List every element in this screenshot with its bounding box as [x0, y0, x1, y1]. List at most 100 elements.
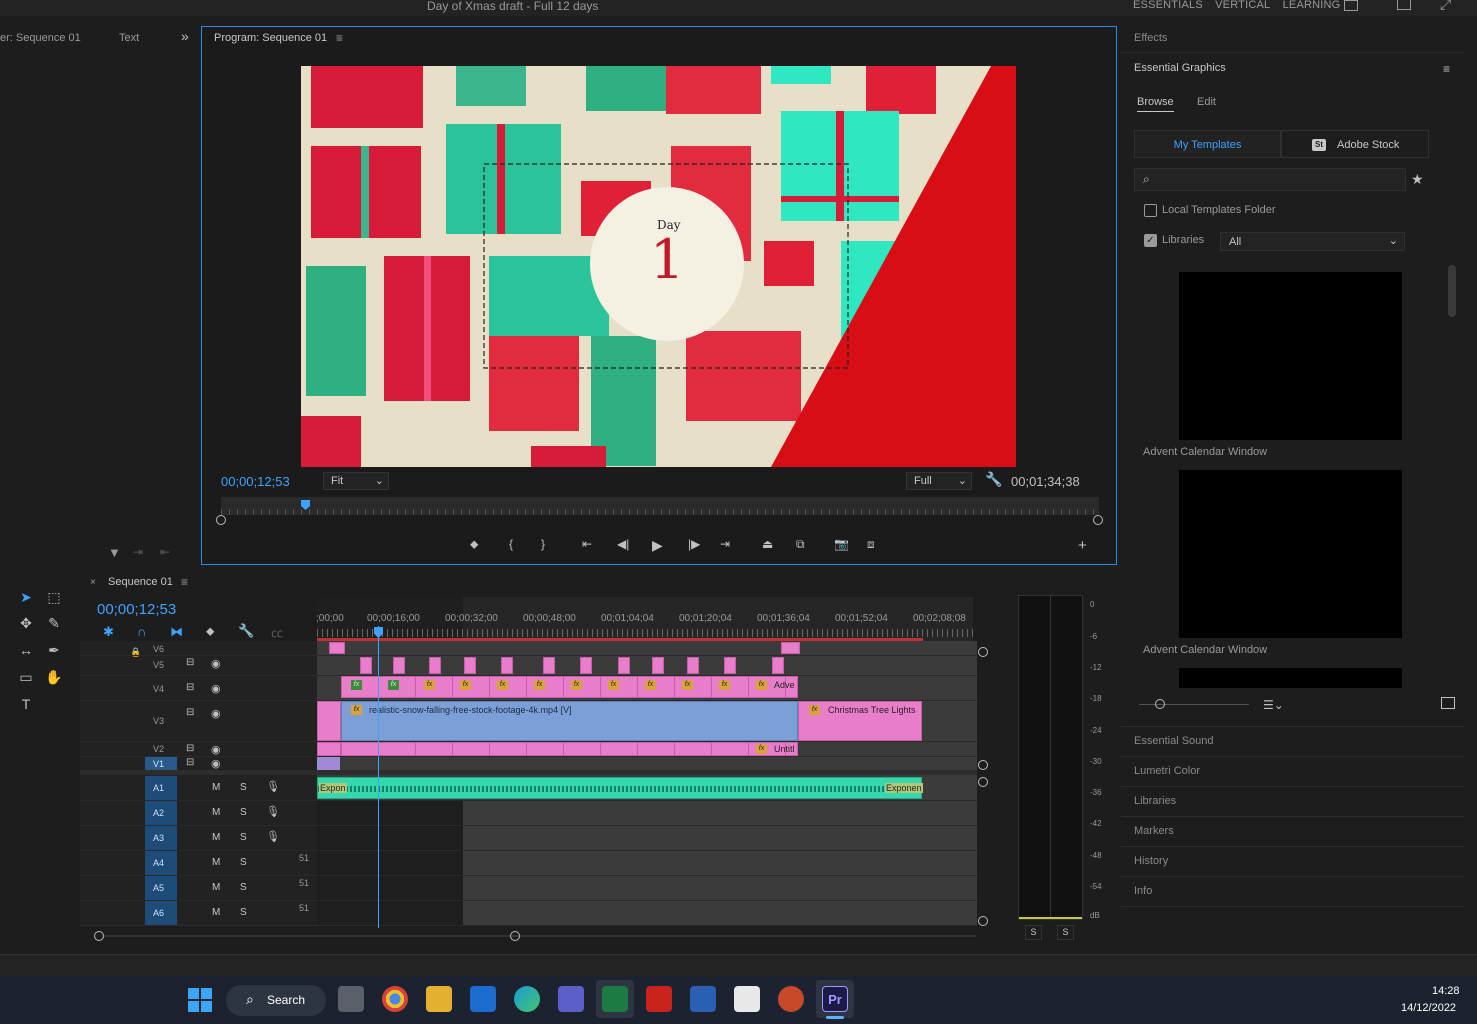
timeline-settings-icon[interactable]: 🔧	[238, 623, 254, 639]
panel-libraries[interactable]: Libraries	[1134, 795, 1176, 807]
program-current-timecode[interactable]: 00;00;12;53	[221, 474, 290, 489]
step-forward-icon[interactable]: |▶	[688, 537, 700, 551]
horizontal-zoom-handle[interactable]	[510, 931, 520, 941]
panel-info[interactable]: Info	[1134, 885, 1152, 897]
audio-transition-left[interactable]: Expon	[319, 783, 347, 793]
workspace-learning[interactable]: LEARNING	[1283, 0, 1341, 11]
audio-target-column[interactable]	[145, 776, 177, 926]
pen-tool-icon[interactable]: ✒	[44, 642, 64, 662]
type-tool-icon[interactable]: T	[16, 696, 36, 716]
clip-v2-sequence[interactable]	[341, 742, 798, 756]
fullscreen-icon[interactable]: ⤢	[1440, 0, 1451, 13]
workspace-essentials[interactable]: ESSENTIALS	[1133, 0, 1203, 11]
my-templates-button[interactable]: My Templates	[1134, 130, 1281, 158]
program-video-frame[interactable]: Day 1	[301, 66, 1016, 467]
mute-button[interactable]: M	[212, 882, 220, 893]
program-scrubber[interactable]	[221, 497, 1099, 515]
zoom-handle-right[interactable]	[1093, 515, 1103, 525]
tab-browse[interactable]: Browse	[1137, 96, 1174, 112]
template-thumbnail[interactable]: 24	[1179, 272, 1402, 440]
premiere-pro-icon[interactable]: Pr	[822, 986, 848, 1012]
track-v6[interactable]: V6	[153, 644, 164, 654]
horizontal-scrollbar[interactable]	[104, 935, 976, 937]
template-thumbnail[interactable]: 24	[1179, 470, 1402, 638]
microphone-icon[interactable]: 🎙	[266, 780, 280, 793]
clip-v6[interactable]	[329, 642, 345, 654]
overwrite-icon[interactable]: ⇤	[160, 545, 170, 559]
razor-tool-icon[interactable]: ✎	[44, 615, 64, 635]
selection-tool-icon[interactable]: ➤	[16, 589, 36, 609]
clip-v6[interactable]	[781, 642, 800, 654]
track-v3[interactable]: V3	[153, 716, 164, 726]
solo-button[interactable]: S	[240, 907, 247, 918]
extract-icon[interactable]: ⧉	[796, 537, 805, 552]
eye-icon[interactable]: ◉	[211, 757, 221, 770]
vertical-zoom-handle[interactable]	[978, 777, 988, 787]
timeline-playhead[interactable]	[378, 626, 379, 928]
clip-v5[interactable]	[543, 657, 555, 674]
local-templates-checkbox[interactable]	[1144, 204, 1157, 217]
clip-v3-start[interactable]	[317, 701, 341, 741]
star-icon[interactable]: ★	[1411, 171, 1424, 188]
microphone-icon[interactable]: 🎙	[266, 830, 280, 843]
libraries-checkbox[interactable]: ✓	[1144, 234, 1157, 247]
solo-button[interactable]: S	[240, 782, 247, 793]
template-thumbnail[interactable]	[1179, 668, 1402, 688]
mark-in-icon[interactable]: {	[509, 537, 513, 551]
solo-button[interactable]: S	[240, 807, 247, 818]
panel-essential-sound[interactable]: Essential Sound	[1134, 735, 1214, 747]
clip-v5[interactable]	[580, 657, 592, 674]
solo-button[interactable]: S	[240, 882, 247, 893]
eye-icon[interactable]: ◉	[211, 707, 221, 720]
clip-v5[interactable]	[687, 657, 699, 674]
horizontal-zoom-handle[interactable]	[94, 931, 104, 941]
panel-history[interactable]: History	[1134, 855, 1168, 867]
track-v1[interactable]: V1	[153, 759, 164, 769]
linked-selection-icon[interactable]: ⧓	[170, 624, 183, 640]
task-view-icon[interactable]	[338, 986, 364, 1012]
essential-graphics-title[interactable]: Essential Graphics	[1134, 62, 1226, 74]
track-a2[interactable]: A2	[153, 808, 164, 818]
effects-panel-header[interactable]: Effects	[1134, 32, 1167, 44]
acrobat-icon[interactable]	[646, 986, 672, 1012]
comparison-view-icon[interactable]: ⧈	[867, 537, 875, 552]
go-to-in-icon[interactable]: ⇤	[582, 537, 592, 551]
add-marker-icon[interactable]: ⬥	[206, 624, 214, 639]
vertical-zoom-handle[interactable]	[978, 916, 988, 926]
eye-icon[interactable]: ◉	[211, 682, 221, 695]
meter-solo-left[interactable]: S	[1025, 925, 1042, 940]
clip-v5[interactable]	[772, 657, 784, 674]
snipping-tool-icon[interactable]	[734, 986, 760, 1012]
sort-icon[interactable]: ☰⌄	[1263, 698, 1284, 712]
panel-toggle-icon[interactable]	[1344, 0, 1358, 11]
template-search-input[interactable]: ⌕	[1134, 168, 1406, 191]
tab-source-sequence[interactable]: er: Sequence 01	[0, 32, 81, 44]
sync-lock-icon[interactable]: ⊟	[186, 657, 194, 668]
vertical-zoom-handle[interactable]	[978, 760, 988, 770]
track-v5[interactable]: V5	[153, 660, 164, 670]
hand-tool-icon[interactable]: ✋	[44, 669, 64, 689]
snap-icon[interactable]: ∩	[137, 624, 146, 639]
insert-icon[interactable]: ⇥	[133, 545, 143, 559]
sync-lock-icon[interactable]: ⊟	[186, 682, 194, 693]
panel-overflow-icon[interactable]: »	[181, 28, 189, 44]
solo-button[interactable]: S	[240, 832, 247, 843]
mute-button[interactable]: M	[212, 907, 220, 918]
new-layer-icon[interactable]	[1441, 697, 1455, 709]
vertical-zoom-handle[interactable]	[978, 647, 988, 657]
clip-v5[interactable]	[501, 657, 513, 674]
windows-start-icon[interactable]	[188, 988, 212, 1012]
sync-lock-icon[interactable]: ⊟	[186, 743, 194, 754]
track-a4[interactable]: A4	[153, 858, 164, 868]
clip-v5[interactable]	[618, 657, 630, 674]
nest-icon[interactable]: ✱	[103, 624, 114, 640]
panel-menu-icon[interactable]: ≡	[1443, 62, 1450, 76]
track-v4[interactable]: V4	[153, 684, 164, 694]
wrench-icon[interactable]: 🔧	[985, 471, 1002, 488]
libraries-dropdown[interactable]: All ⌄	[1220, 232, 1405, 251]
go-to-out-icon[interactable]: ⇥	[720, 537, 730, 551]
clip-a1-audio[interactable]	[317, 777, 922, 799]
eye-icon[interactable]: ◉	[211, 743, 221, 756]
mute-button[interactable]: M	[212, 832, 220, 843]
button-editor-icon[interactable]: +	[1078, 537, 1087, 554]
